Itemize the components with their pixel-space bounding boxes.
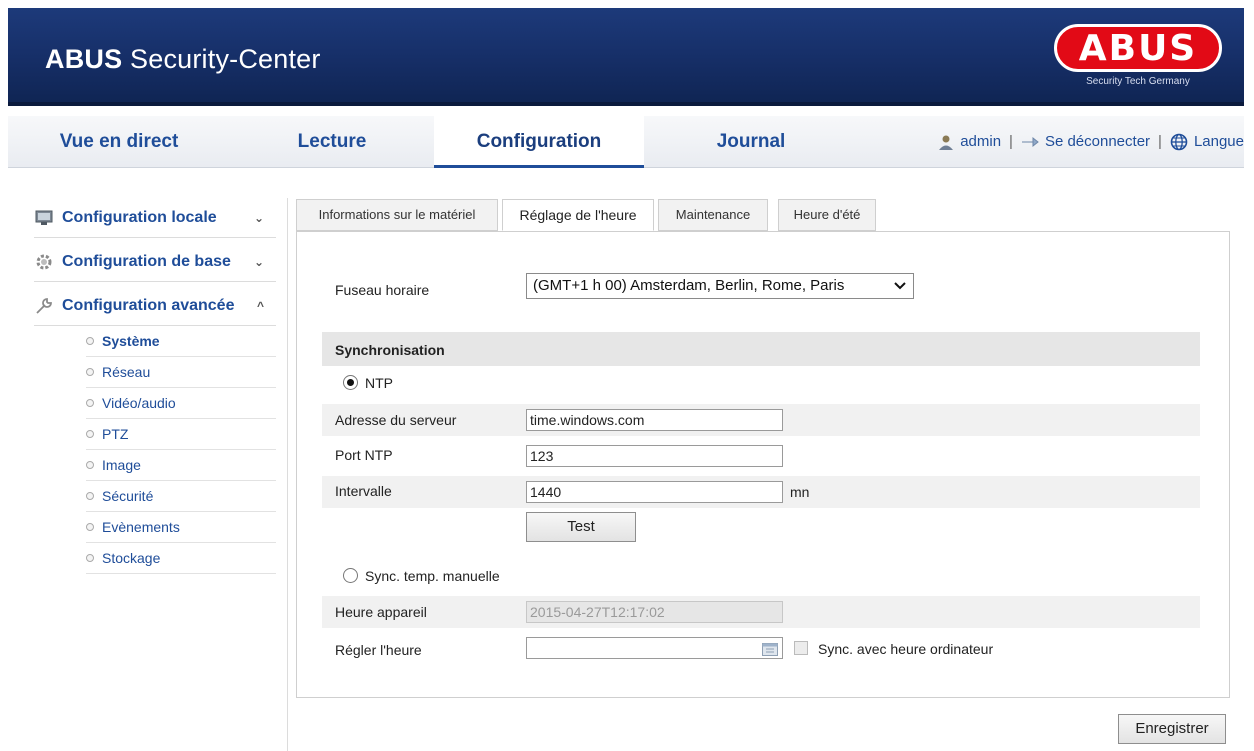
logout-link[interactable]: Se déconnecter <box>1021 116 1150 168</box>
wrench-icon <box>34 297 54 315</box>
sidebar-item-video-audio[interactable]: Vidéo/audio <box>86 388 276 419</box>
ntp-port-label: Port NTP <box>335 447 393 463</box>
chevron-down-icon: ⌄ <box>253 210 264 225</box>
gear-icon <box>34 253 54 271</box>
sync-pc-label: Sync. avec heure ordinateur <box>818 641 994 657</box>
timezone-label: Fuseau horaire <box>335 282 430 298</box>
bullet-icon <box>86 337 94 345</box>
globe-icon <box>1170 133 1188 151</box>
sidebar-section-local-config[interactable]: Configuration locale ⌄ <box>34 198 276 238</box>
logout-icon <box>1021 136 1039 148</box>
device-time-label: Heure appareil <box>335 604 427 620</box>
logo-tagline: Security Tech Germany <box>1086 76 1190 87</box>
interval-label: Intervalle <box>335 483 392 499</box>
tab-dst[interactable]: Heure d'été <box>778 199 876 231</box>
chevron-down-icon <box>893 274 907 305</box>
ntp-port-input[interactable]: 123 <box>526 445 783 467</box>
language-link[interactable]: Langue <box>1170 116 1244 168</box>
main-nav: Vue en direct Lecture Configuration Jour… <box>8 116 1244 168</box>
test-button[interactable]: Test <box>526 512 636 542</box>
tab-time-settings[interactable]: Réglage de l'heure <box>502 199 654 231</box>
abus-logo: ABUS Security Tech Germany <box>1050 24 1226 96</box>
set-time-input[interactable] <box>526 637 783 659</box>
ntp-label: NTP <box>365 375 393 391</box>
sidebar-item-network[interactable]: Réseau <box>86 357 276 388</box>
sidebar-item-ptz[interactable]: PTZ <box>86 419 276 450</box>
monitor-icon <box>34 209 54 227</box>
sync-pc-checkbox[interactable] <box>794 641 808 655</box>
bullet-icon <box>86 430 94 438</box>
tab-maintenance[interactable]: Maintenance <box>658 199 768 231</box>
bullet-icon <box>86 461 94 469</box>
bullet-icon <box>86 492 94 500</box>
tab-hardware-info[interactable]: Informations sur le matériel <box>296 199 498 231</box>
save-button[interactable]: Enregistrer <box>1118 714 1226 744</box>
interval-input[interactable]: 1440 <box>526 481 783 503</box>
sync-section-bar <box>322 332 1200 366</box>
calendar-icon[interactable] <box>762 641 778 661</box>
app-header: ABUS Security-Center ABUS Security Tech … <box>8 8 1244 106</box>
chevron-down-icon: ⌄ <box>253 254 264 269</box>
user-controls: admin | Se déconnecter | Langue <box>938 116 1244 168</box>
set-time-label: Régler l'heure <box>335 642 422 658</box>
user-icon <box>939 135 954 150</box>
sidebar-section-advanced-config[interactable]: Configuration avancée ^ <box>34 286 276 326</box>
chevron-up-icon: ^ <box>256 298 264 313</box>
sync-section-title: Synchronisation <box>335 342 445 358</box>
server-label: Adresse du serveur <box>335 412 457 428</box>
ntp-radio[interactable] <box>343 375 358 390</box>
sidebar: Configuration locale ⌄ Configuration de … <box>8 198 288 751</box>
nav-tab-playback[interactable]: Lecture <box>230 116 434 168</box>
bullet-icon <box>86 368 94 376</box>
interval-unit: mn <box>790 484 810 500</box>
timezone-select[interactable]: (GMT+1 h 00) Amsterdam, Berlin, Rome, Pa… <box>526 273 914 299</box>
nav-tab-live-view[interactable]: Vue en direct <box>8 116 230 168</box>
time-settings-panel: Fuseau horaire (GMT+1 h 00) Amsterdam, B… <box>296 231 1230 698</box>
server-address-input[interactable]: time.windows.com <box>526 409 783 431</box>
nav-tab-log[interactable]: Journal <box>644 116 858 168</box>
sidebar-section-basic-config[interactable]: Configuration de base ⌄ <box>34 242 276 282</box>
sidebar-item-storage[interactable]: Stockage <box>86 543 276 574</box>
manual-sync-label: Sync. temp. manuelle <box>365 568 500 584</box>
manual-sync-radio[interactable] <box>343 568 358 583</box>
user-link[interactable]: admin <box>938 116 1001 168</box>
bullet-icon <box>86 399 94 407</box>
sidebar-item-image[interactable]: Image <box>86 450 276 481</box>
app-title: ABUS Security-Center <box>45 44 321 74</box>
bullet-icon <box>86 523 94 531</box>
device-time-input[interactable]: 2015-04-27T12:17:02 <box>526 601 783 623</box>
sidebar-item-system[interactable]: Système <box>86 326 276 357</box>
sidebar-item-security[interactable]: Sécurité <box>86 481 276 512</box>
bullet-icon <box>86 554 94 562</box>
nav-tab-configuration[interactable]: Configuration <box>434 116 644 168</box>
sidebar-item-events[interactable]: Evènements <box>86 512 276 543</box>
logo-wordmark: ABUS <box>1054 24 1222 72</box>
